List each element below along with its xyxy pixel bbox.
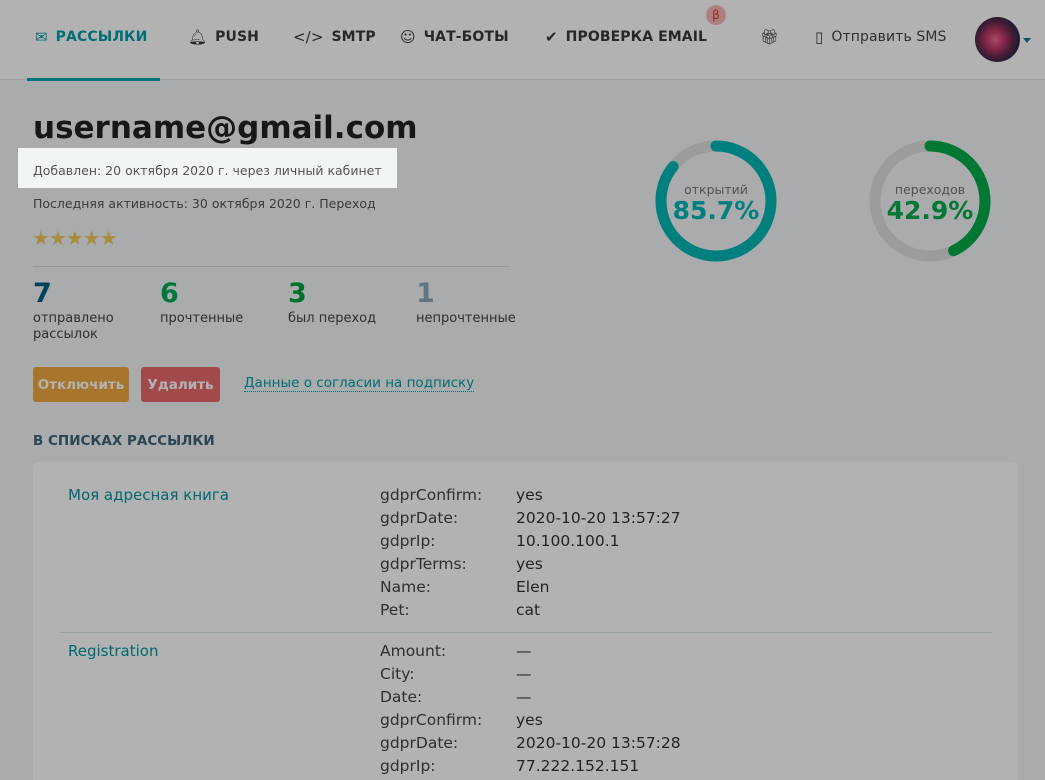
contact-email: username@gmail.com [33, 110, 418, 146]
tab-chatbots[interactable]: ☺ ЧАТ-БОТЫ [400, 26, 509, 48]
bell-icon: 🔔︎ [188, 28, 208, 46]
field-key: gdprIp: [380, 532, 436, 550]
field-key: City: [380, 665, 415, 683]
phone-icon: ▯ [815, 28, 824, 46]
gift-button[interactable]: 🎁︎ [760, 26, 779, 48]
chevron-down-icon[interactable] [1023, 38, 1031, 43]
check-circle-icon: ✔ [545, 28, 558, 46]
last-activity: Последняя активность: 30 октября 2020 г.… [33, 196, 376, 211]
field-key: gdprConfirm: [380, 711, 483, 729]
field-key: Pet: [380, 601, 410, 619]
send-sms-button[interactable]: ▯ Отправить SMS [815, 26, 947, 48]
stat-clicked: 3 был переход [288, 278, 377, 326]
tab-push[interactable]: 🔔︎ PUSH [188, 26, 259, 48]
stat-sent: 7 отправлено рассылок [33, 278, 114, 342]
stat-read: 6 прочтенные [160, 278, 244, 326]
consent-data-link[interactable]: Данные о согласии на подписку [244, 375, 475, 392]
envelope-icon: ✉ [35, 28, 48, 46]
list-divider [60, 632, 992, 633]
field-key: gdprTerms: [380, 555, 467, 573]
opens-ring: открытий 85.7% [655, 140, 777, 262]
field-key: gdprDate: [380, 509, 459, 527]
active-tab-indicator [27, 78, 160, 81]
field-key: Amount: [380, 642, 447, 660]
delete-button[interactable]: Удалить [141, 367, 220, 402]
lists-section-title: В СПИСКАХ РАССЫЛКИ [33, 433, 215, 449]
field-value: 10.100.100.1 [516, 532, 620, 550]
field-value: yes [516, 711, 543, 729]
chat-icon: ☺ [400, 28, 416, 46]
field-value: yes [516, 555, 543, 573]
field-value: — [516, 665, 532, 683]
list-name[interactable]: Моя адресная книга [68, 486, 229, 504]
disable-button[interactable]: Отключить [33, 367, 129, 402]
field-value: cat [516, 601, 541, 619]
field-key: gdprConfirm: [380, 486, 483, 504]
field-value: 2020-10-20 13:57:27 [516, 509, 681, 527]
stat-unread: 1 непрочтенные [416, 278, 516, 326]
tab-email-verification[interactable]: ✔ ПРОВЕРКА EMAIL [545, 26, 707, 48]
field-key: gdprDate: [380, 734, 459, 752]
field-key: gdprIp: [380, 757, 436, 775]
field-value: — [516, 642, 532, 660]
tab-mailings[interactable]: ✉ РАССЫЛКИ [35, 26, 147, 48]
beta-badge: β [706, 5, 726, 25]
field-value: — [516, 688, 532, 706]
avatar[interactable] [975, 17, 1020, 62]
added-info: Добавлен: 20 октября 2020 г. через личны… [18, 148, 397, 188]
field-value: 2020-10-20 13:57:28 [516, 734, 681, 752]
field-value: 77.222.152.151 [516, 757, 640, 775]
tab-smtp[interactable]: </> SMTP [293, 26, 376, 48]
field-value: yes [516, 486, 543, 504]
list-name[interactable]: Registration [68, 642, 158, 660]
field-value: Elen [516, 578, 550, 596]
rating-stars: ★★★★★ [32, 226, 118, 250]
field-key: Date: [380, 688, 423, 706]
code-icon: </> [293, 28, 324, 46]
field-key: Name: [380, 578, 431, 596]
lists-card: Моя адресная книга gdprConfirm: yes gdprDat… [33, 462, 1018, 780]
top-nav: ✉ РАССЫЛКИ 🔔︎ PUSH </> SMTP ☺ ЧАТ-БОТЫ ✔ ПРОВ… [0, 0, 1045, 81]
gift-icon: 🎁︎ [760, 28, 780, 46]
clicks-ring: переходов 42.9% [869, 140, 991, 262]
divider [33, 266, 510, 267]
